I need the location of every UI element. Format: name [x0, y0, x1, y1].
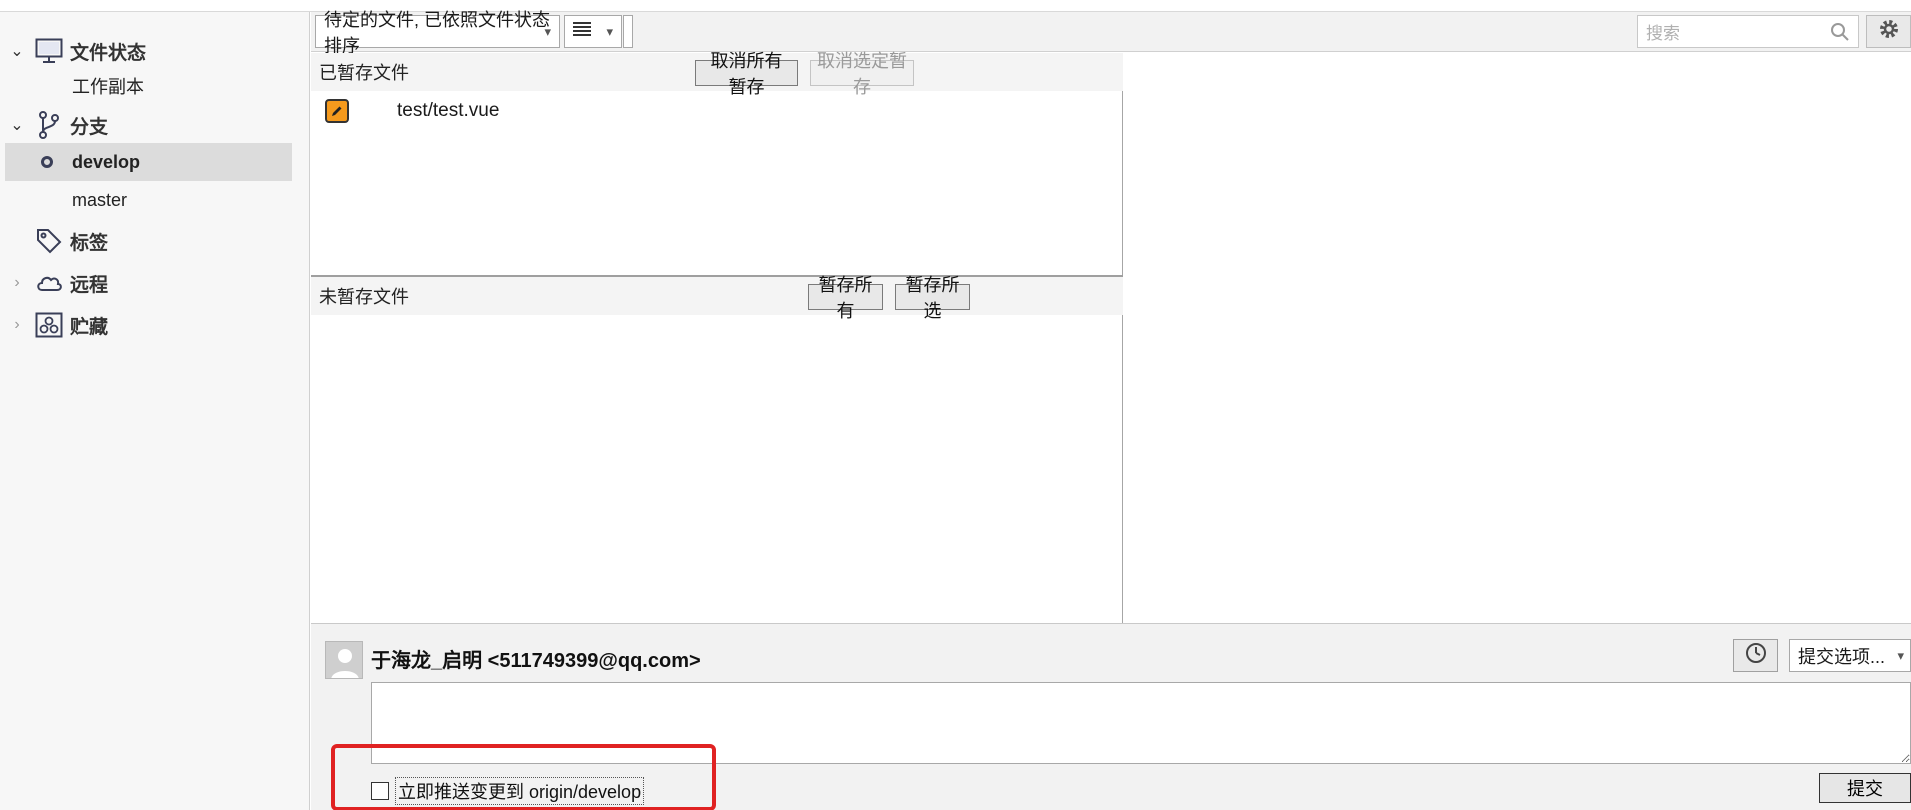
sidebar-item-stashes[interactable]: › 贮藏: [0, 305, 310, 345]
sidebar-item-label: 远程: [70, 274, 109, 296]
commit-options-label: 提交选项...: [1798, 646, 1886, 667]
sidebar-item-label: 贮藏: [70, 316, 109, 338]
staged-header: 已暂存文件 取消所有暂存 取消选定暂存: [311, 51, 1123, 97]
sidebar-item-label: 文件状态: [70, 42, 147, 64]
unstaged-title: 未暂存文件: [319, 287, 409, 307]
sidebar-item-working-copy[interactable]: 工作副本: [0, 67, 292, 105]
modified-file-icon: [325, 99, 349, 123]
file-toolbar: 待定的文件, 已依照文件状态排序 ▾ ▾ 搜索: [311, 10, 1911, 56]
commit-history-button[interactable]: [1733, 639, 1778, 672]
gear-icon: [1878, 18, 1900, 45]
sidebar-item-branch-develop[interactable]: develop: [5, 143, 292, 181]
file-name: test/test.vue: [397, 100, 500, 121]
diff-view[interactable]: [1124, 53, 1911, 623]
cloud-icon: [34, 268, 64, 298]
branch-icon: [34, 110, 64, 140]
stash-icon: [34, 310, 64, 340]
sort-select-value: 待定的文件, 已依照文件状态排序: [324, 9, 551, 56]
push-label: 立即推送变更到 origin/develop: [395, 777, 645, 805]
push-checkbox[interactable]: [371, 782, 389, 800]
current-branch-icon: [41, 156, 53, 168]
file-status-pane: 已暂存文件 取消所有暂存 取消选定暂存 test/test.vue 未暂存文件 …: [311, 51, 1123, 623]
chevron-down-icon[interactable]: ⌄: [8, 115, 26, 135]
spacer: [623, 15, 633, 48]
staged-file-row[interactable]: test/test.vue: [311, 91, 1123, 131]
staged-title: 已暂存文件: [319, 63, 409, 83]
sidebar-item-label: 工作副本: [72, 77, 144, 97]
sidebar-item-branch-master[interactable]: master: [0, 181, 292, 219]
search-icon: [1830, 22, 1850, 47]
settings-button[interactable]: [1866, 15, 1911, 48]
tag-icon: [34, 226, 64, 256]
sidebar-item-label: 标签: [70, 232, 109, 254]
unstage-all-button[interactable]: 取消所有暂存: [695, 51, 798, 97]
unstaged-header: 未暂存文件 暂存所有 暂存所选: [311, 275, 1123, 321]
list-icon: [573, 21, 591, 42]
chevron-down-icon: ▾: [544, 23, 551, 39]
push-option[interactable]: 立即推送变更到 origin/develop: [371, 777, 645, 805]
chevron-down-icon: ▾: [606, 23, 613, 39]
stage-selected-button[interactable]: 暂存所选: [895, 275, 970, 321]
chevron-down-icon: ▾: [1897, 647, 1904, 663]
sidebar-item-branches[interactable]: ⌄ 分支: [0, 105, 310, 145]
clock-icon: [1745, 642, 1767, 669]
sidebar-item-tags[interactable]: 标签: [0, 221, 310, 261]
sort-select[interactable]: 待定的文件, 已依照文件状态排序 ▾: [315, 10, 560, 56]
sidebar-item-label: develop: [72, 151, 141, 172]
sidebar-item-remotes[interactable]: › 远程: [0, 263, 310, 303]
chevron-down-icon[interactable]: ⌄: [8, 41, 26, 61]
sidebar-item-label: 分支: [70, 116, 109, 138]
sidebar-item-label: master: [72, 189, 128, 210]
search-placeholder: 搜索: [1646, 24, 1680, 43]
stage-all-button[interactable]: 暂存所有: [808, 275, 883, 321]
avatar: [325, 641, 363, 679]
sidebar-item-workspace[interactable]: ⌄ 文件状态: [0, 31, 310, 71]
commit-area: 于海龙_启明 <511749399@qq.com> 提交选项... ▾ 立即推送…: [311, 623, 1911, 810]
monitor-icon: [34, 36, 64, 66]
chevron-right-icon[interactable]: ›: [8, 316, 26, 334]
chevron-right-icon[interactable]: ›: [8, 274, 26, 292]
sidebar: ⌄ 文件状态 工作副本 ⌄ 分支 develop master 标签 › 远程 …: [0, 12, 310, 810]
search-input[interactable]: 搜索: [1637, 15, 1859, 48]
commit-options-select[interactable]: 提交选项... ▾: [1789, 639, 1911, 672]
window-top-strip: [0, 0, 1911, 12]
commit-author: 于海龙_启明 <511749399@qq.com>: [371, 650, 701, 672]
unstage-selected-button[interactable]: 取消选定暂存: [810, 51, 914, 97]
commit-button[interactable]: 提交: [1819, 773, 1911, 803]
view-mode-select[interactable]: ▾: [564, 15, 622, 48]
